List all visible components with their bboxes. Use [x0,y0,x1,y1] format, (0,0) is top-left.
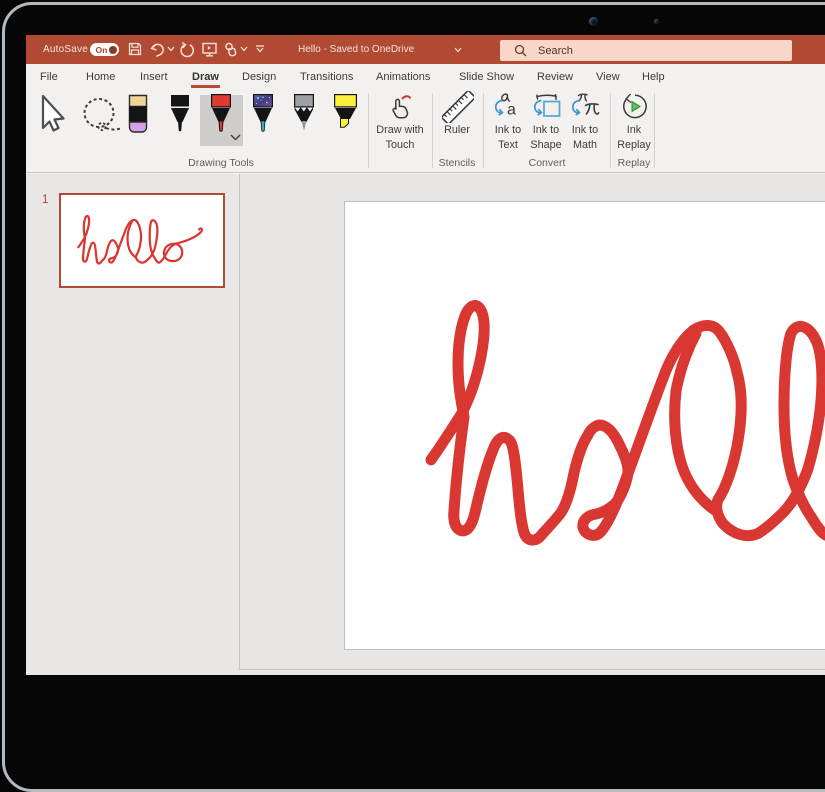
svg-text:a: a [507,102,516,119]
